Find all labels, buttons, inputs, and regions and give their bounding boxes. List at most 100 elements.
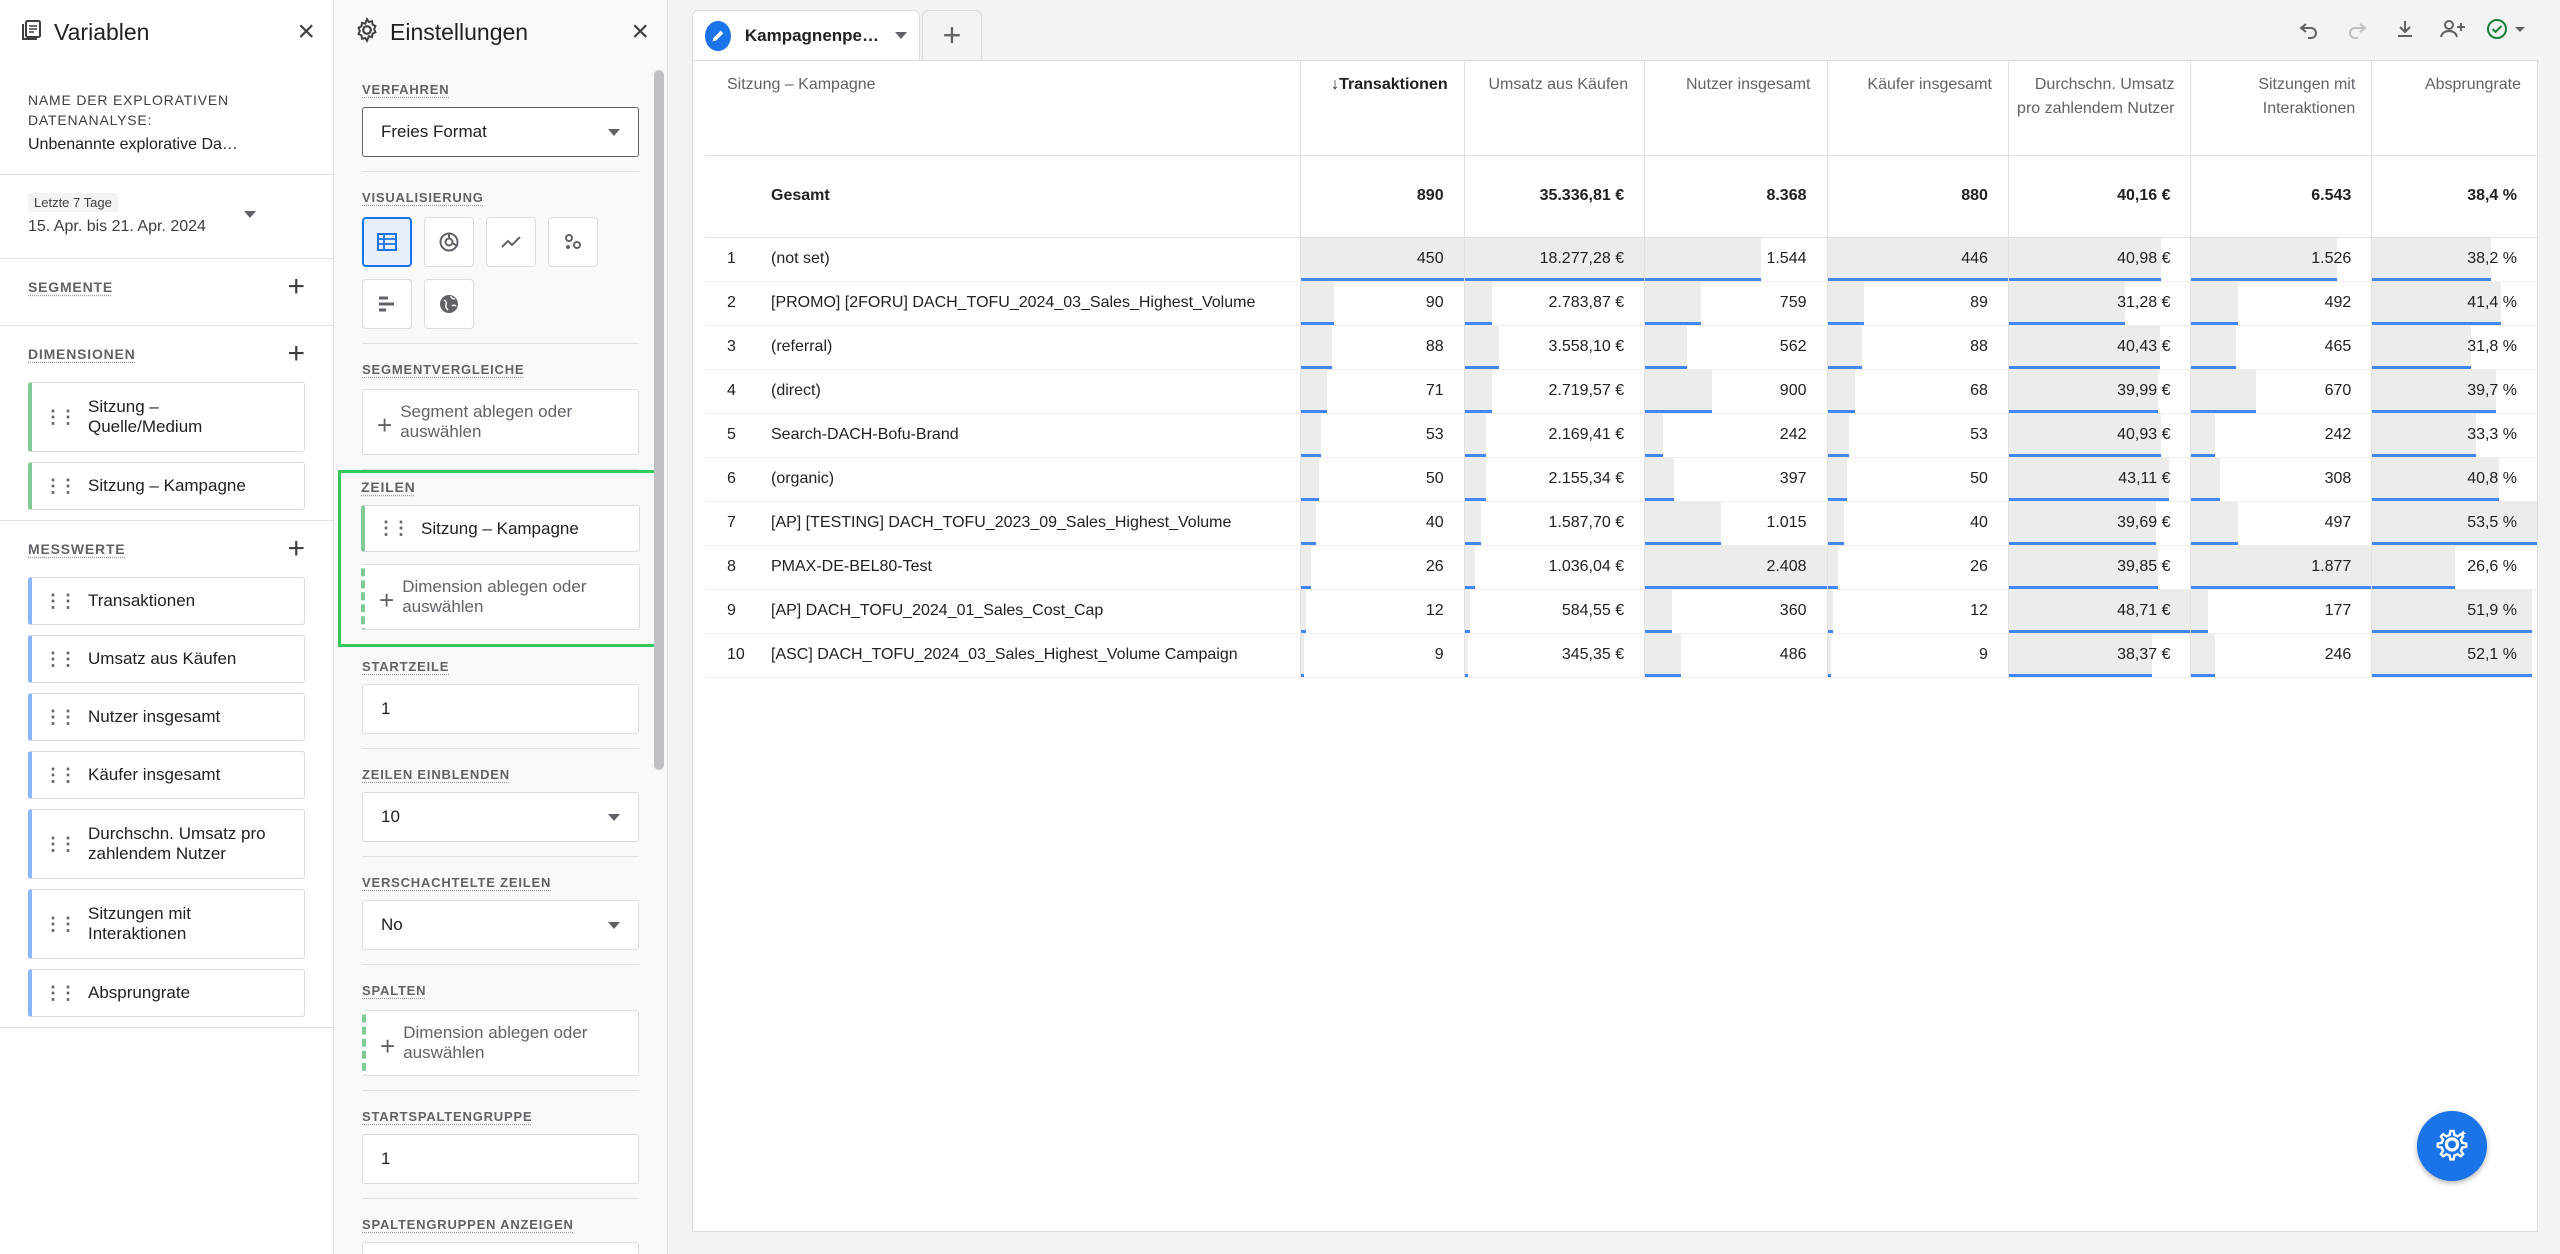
total-cell: 40,16 € [2008,154,2192,238]
drag-handle-icon[interactable]: ⋮⋮ [44,983,77,1004]
drag-handle-icon[interactable]: ⋮⋮ [44,765,77,786]
metric-chip-transactions[interactable]: ⋮⋮ Transaktionen [28,577,305,625]
bar-chart-icon[interactable] [362,279,412,329]
table-row[interactable]: 2 [PROMO] [2FORU] DACH_TOFU_2024_03_Sales… [705,281,2537,326]
row-index: 8 [727,558,736,575]
add-tab-button[interactable]: + [922,10,982,60]
download-icon[interactable] [2388,12,2422,46]
drag-handle-icon[interactable]: ⋮⋮ [44,407,77,428]
metric-cell: 53,5 % [2371,501,2537,546]
divider [0,1027,333,1028]
column-header-engaged-sessions[interactable]: Sitzungen mit Interaktionen [2190,61,2373,155]
add-segment-icon[interactable]: + [287,272,305,302]
segment-drop-zone[interactable]: + Segment ablegen oder auswählen [362,389,639,455]
chevron-down-icon[interactable] [244,211,256,218]
add-metric-icon[interactable]: + [287,534,305,564]
table-row[interactable]: 5 Search-DACH-Bofu-Brand 53 2.169,41 € 242 53… [705,413,2537,458]
chevron-down-icon[interactable] [895,32,907,39]
insights-button[interactable] [2417,1111,2487,1181]
metric-chip-engaged-sessions[interactable]: ⋮⋮ Sitzungen mit Interaktionen [28,889,305,959]
close-settings-icon[interactable]: × [631,17,649,47]
columns-drop-zone[interactable]: + Dimension ablegen oder auswählen [362,1010,639,1076]
metric-cell: 88 [1300,325,1465,370]
metric-chip-label: Absprungrate [88,983,191,1002]
undo-icon[interactable] [2292,12,2326,46]
row-dimension-cell[interactable]: 10 [ASC] DACH_TOFU_2024_03_Sales_Highest_… [705,633,1302,678]
scatter-chart-icon[interactable] [548,217,598,267]
exploration-name-value[interactable]: Unbenannte explorative Da… [28,136,305,154]
exploration-name-block[interactable]: NAME DER EXPLORATIVEN DATENANALYSE: Unbe… [0,64,333,175]
settings-scrollbar[interactable] [654,70,664,770]
column-header-purchase-revenue[interactable]: Umsatz aus Käufen [1464,61,1646,155]
table-row[interactable]: 4 (direct) 71 2.719,57 € 900 68 39,99 € 670 39,7… [705,369,2537,414]
table-row[interactable]: 8 PMAX-DE-BEL80-Test 26 1.036,04 € 2.408 26 39… [705,545,2537,590]
drag-handle-icon[interactable]: ⋮⋮ [44,591,77,612]
heat-bar [1464,325,1499,369]
check-status-icon[interactable] [2484,12,2530,46]
plus-icon: + [377,410,393,440]
chevron-down-icon [608,813,620,821]
metric-value: 41,4 % [2467,294,2517,311]
row-dimension-cell[interactable]: 3 (referral) [705,325,1302,370]
dimension-chip-source-medium[interactable]: ⋮⋮ Sitzung – Quelle/Medium [28,382,305,452]
row-dimension-cell[interactable]: 1 (not set) [705,237,1302,282]
row-dimension-cell[interactable]: 4 (direct) [705,369,1302,414]
drag-handle-icon[interactable]: ⋮⋮ [377,518,410,539]
row-dimension-cell[interactable]: 5 Search-DACH-Bofu-Brand [705,413,1302,458]
show-rows-select[interactable]: 10 [362,792,639,842]
heat-bar-line [1645,277,1762,281]
line-chart-icon[interactable] [486,217,536,267]
row-dimension-cell[interactable]: 9 [AP] DACH_TOFU_2024_01_Sales_Cost_Cap [705,589,1302,634]
show-col-groups-input[interactable] [362,1242,639,1254]
dimension-header[interactable]: Sitzung – Kampagne [705,61,1302,155]
redo-icon[interactable] [2340,12,2374,46]
table-row[interactable]: 10 [ASC] DACH_TOFU_2024_03_Sales_Highest_… [705,633,2537,678]
heat-bar-line [2372,409,2496,413]
metric-chip-purchase-revenue[interactable]: ⋮⋮ Umsatz aus Käufen [28,635,305,683]
donut-chart-icon[interactable] [424,217,474,267]
drag-handle-icon[interactable]: ⋮⋮ [44,707,77,728]
row-dimension-cell[interactable]: 6 (organic) [705,457,1302,502]
start-col-group-input[interactable]: 1 [362,1134,639,1184]
rows-drop-zone[interactable]: + Dimension ablegen oder auswählen [361,564,640,630]
metric-chip-arppu[interactable]: ⋮⋮ Durchschn. Umsatz pro zahlendem Nutzer [28,809,305,879]
row-dimension-cell[interactable]: 7 [AP] [TESTING] DACH_TOFU_2023_09_Sales_… [705,501,1302,546]
table-row[interactable]: 7 [AP] [TESTING] DACH_TOFU_2023_09_Sales_… [705,501,2537,546]
dimension-chip-campaign[interactable]: ⋮⋮ Sitzung – Kampagne [28,462,305,510]
nested-rows-select[interactable]: No [362,900,639,950]
drag-handle-icon[interactable]: ⋮⋮ [44,834,77,855]
table-row[interactable]: 3 (referral) 88 3.558,10 € 562 88 40,43 € 465 31… [705,325,2537,370]
technique-select[interactable]: Freies Format [362,107,639,157]
table-row[interactable]: 1 (not set) 450 18.277,28 € 1.544 446 40,98 € 1… [705,237,2537,282]
close-variables-icon[interactable]: × [297,17,315,47]
add-dimension-icon[interactable]: + [287,339,305,369]
table-viz-icon[interactable] [362,217,412,267]
metric-cell: 308 [2190,457,2373,502]
drag-handle-icon[interactable]: ⋮⋮ [44,476,77,497]
column-header-transactions[interactable]: ↓Transaktionen [1300,61,1465,155]
column-header-total-purchasers[interactable]: Käufer insgesamt [1827,61,2009,155]
drag-handle-icon[interactable]: ⋮⋮ [44,649,77,670]
rows-dimension-chip[interactable]: ⋮⋮ Sitzung – Kampagne [361,505,640,552]
metric-chip-total-users[interactable]: ⋮⋮ Nutzer insgesamt [28,693,305,741]
metric-chip-total-purchasers[interactable]: ⋮⋮ Käufer insgesamt [28,751,305,799]
technique-value: Freies Format [381,122,487,141]
row-dimension-cell[interactable]: 2 [PROMO] [2FORU] DACH_TOFU_2024_03_Sales… [705,281,1302,326]
globe-icon[interactable] [424,279,474,329]
column-header-arppu[interactable]: Durchschn. Umsatz pro zahlendem Nutzer [2008,61,2192,155]
column-header-total-users[interactable]: Nutzer insgesamt [1644,61,1828,155]
metric-value: 9 [1979,646,1988,663]
column-header-bounce-rate[interactable]: Absprungrate [2372,61,2537,155]
date-range-picker[interactable]: Letzte 7 Tage 15. Apr. bis 21. Apr. 2024 [0,175,333,259]
tab-campaign-performance[interactable]: Kampagnenpe… [692,10,920,60]
metric-chip-bounce-rate[interactable]: ⋮⋮ Absprungrate [28,969,305,1017]
metric-cell: 38,37 € [2008,633,2192,678]
edit-pencil-icon[interactable] [705,20,731,51]
start-row-input[interactable]: 1 [362,684,639,734]
heat-bar-line [2372,453,2477,457]
row-dimension-cell[interactable]: 8 PMAX-DE-BEL80-Test [705,545,1302,590]
table-row[interactable]: 6 (organic) 50 2.155,34 € 397 50 43,11 € 308 40,… [705,457,2537,502]
drag-handle-icon[interactable]: ⋮⋮ [44,914,77,935]
table-row[interactable]: 9 [AP] DACH_TOFU_2024_01_Sales_Cost_Cap 12… [705,589,2537,634]
share-person-add-icon[interactable] [2436,12,2470,46]
